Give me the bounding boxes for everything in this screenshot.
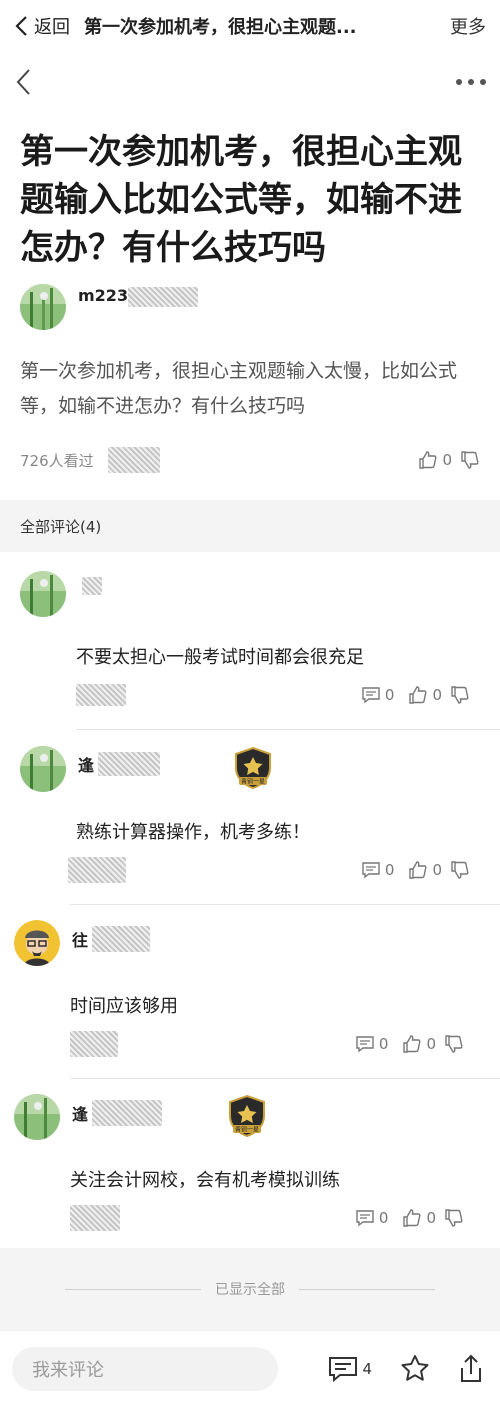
- comment-text: 熟练计算器操作，机考多练！: [76, 822, 310, 843]
- post-title: 第一次参加机考，很担心主观题输入比如公式等，如输不进怎办？有什么技巧吗: [20, 132, 462, 268]
- blurred-name: [82, 577, 102, 595]
- avatar[interactable]: [20, 284, 66, 330]
- chevron-left-icon: [15, 16, 27, 36]
- commenter-name[interactable]: 逢: [72, 1100, 163, 1126]
- post-meta: 726人看过 0: [20, 446, 480, 474]
- page-title: 第一次参加机考，很担心主观题...: [84, 17, 357, 38]
- reply-count: 0: [384, 861, 395, 879]
- comment-icon: [362, 687, 380, 704]
- list-end: 已显示全部: [0, 1248, 500, 1330]
- post-content: 第一次参加机考，很担心主观题输入太慢，比如公式等，如输不进怎办？有什么技巧吗: [20, 360, 458, 417]
- divider: [70, 904, 500, 905]
- comment-text: 时间应该够用: [70, 996, 178, 1017]
- star-icon[interactable]: [400, 1354, 430, 1384]
- thumbs-down-icon[interactable]: [444, 1208, 464, 1228]
- like-count: 0: [432, 686, 442, 704]
- thumbs-down-icon[interactable]: [450, 860, 470, 880]
- thumbs-down-icon[interactable]: [460, 450, 480, 470]
- share-icon[interactable]: [458, 1354, 484, 1384]
- commenter-name[interactable]: [78, 577, 102, 595]
- commenter-name[interactable]: 往: [72, 926, 151, 952]
- comment-icon: [356, 1036, 374, 1053]
- top-title-bar: 返回 第一次参加机考，很担心主观题... 更多: [0, 0, 500, 52]
- comment-text: 关注会计网校，会有机考模拟训练: [70, 1170, 340, 1191]
- more-options-icon[interactable]: [456, 79, 486, 85]
- end-text: 已显示全部: [215, 1282, 285, 1298]
- reply-count: 0: [378, 1209, 389, 1227]
- blurred-name: [98, 752, 161, 776]
- thumbs-up-icon[interactable]: [402, 1034, 422, 1054]
- blurred-time: [76, 684, 126, 706]
- comment-footer: 0 0: [70, 1030, 464, 1058]
- blurred-time: [68, 857, 126, 883]
- commenter-name[interactable]: 逢: [78, 752, 161, 776]
- author-name[interactable]: m223: [78, 286, 199, 307]
- blurred-name: [92, 926, 151, 952]
- badge-text: 青铜一星: [235, 1126, 259, 1134]
- avatar[interactable]: [20, 746, 66, 792]
- comment-footer: 0 0: [70, 1204, 464, 1232]
- avatar[interactable]: [20, 571, 66, 617]
- reply-action[interactable]: 0: [355, 1209, 389, 1227]
- comment-count: 4: [362, 1360, 372, 1378]
- post-votes: 0: [418, 450, 480, 470]
- more-button[interactable]: 更多: [450, 13, 486, 39]
- reply-action[interactable]: 0: [361, 861, 395, 879]
- thumbs-up-icon[interactable]: [408, 685, 428, 705]
- comment-votes: 0: [408, 860, 470, 880]
- thumbs-up-icon[interactable]: [418, 450, 438, 470]
- comment-icon: [362, 862, 380, 879]
- comment-footer: 0 0: [76, 681, 470, 709]
- divider: [76, 729, 500, 730]
- comments-header: 全部评论(4): [0, 500, 500, 552]
- badge-text: 青铜一星: [241, 778, 265, 786]
- rank-badge-icon: 青铜一星: [229, 1094, 265, 1138]
- reply-action[interactable]: 0: [361, 686, 395, 704]
- reply-count: 0: [384, 686, 395, 704]
- comment-votes: 0: [402, 1208, 464, 1228]
- divider: [65, 1288, 201, 1290]
- avatar[interactable]: [14, 920, 60, 966]
- avatar[interactable]: [14, 1094, 60, 1140]
- thumbs-up-icon[interactable]: [402, 1208, 422, 1228]
- comment-input[interactable]: 我来评论: [12, 1347, 278, 1391]
- blurred-name: [128, 286, 199, 307]
- rank-badge-icon: 青铜一星: [235, 746, 271, 790]
- blurred-name: [92, 1100, 163, 1126]
- back-label: 返回: [34, 17, 70, 38]
- thumbs-up-icon[interactable]: [408, 860, 428, 880]
- thumbs-down-icon[interactable]: [450, 685, 470, 705]
- divider: [299, 1288, 435, 1290]
- back-arrow-icon[interactable]: [14, 67, 32, 97]
- post-author: m223: [20, 284, 480, 334]
- nav-bar: [0, 56, 500, 108]
- comment-votes: 0: [402, 1034, 464, 1054]
- comments-button[interactable]: 4: [328, 1355, 372, 1383]
- comment-votes: 0: [408, 685, 470, 705]
- reply-action[interactable]: 0: [355, 1035, 389, 1053]
- comment-icon: [356, 1210, 374, 1227]
- like-count: 0: [432, 861, 442, 879]
- reply-count: 0: [378, 1035, 389, 1053]
- like-count: 0: [442, 451, 452, 469]
- thumbs-down-icon[interactable]: [444, 1034, 464, 1054]
- comment-icon: [329, 1357, 358, 1383]
- comment-text: 不要太担心一般考试时间都会很充足: [76, 647, 364, 668]
- blurred-time: [107, 447, 160, 473]
- like-count: 0: [426, 1035, 436, 1053]
- comment-footer: 0 0: [68, 856, 470, 884]
- blurred-time: [70, 1031, 118, 1057]
- blurred-time: [70, 1205, 120, 1231]
- like-count: 0: [426, 1209, 436, 1227]
- bottom-action-bar: 我来评论 4: [0, 1330, 500, 1407]
- divider: [70, 1078, 500, 1079]
- view-count: 726人看过: [20, 451, 94, 470]
- back-button[interactable]: 返回: [14, 13, 70, 39]
